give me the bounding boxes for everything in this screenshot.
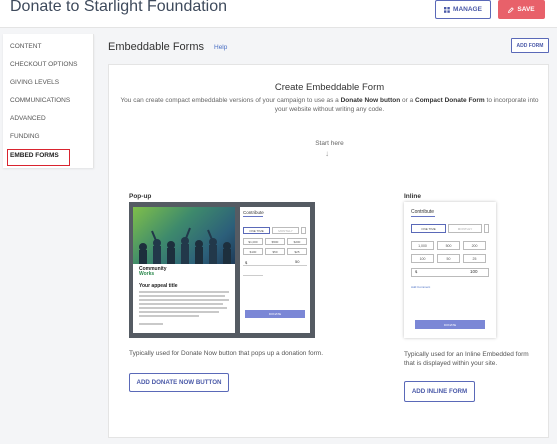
amount-option: 200 xyxy=(463,241,486,250)
currency-symbol: $ xyxy=(245,260,248,265)
campaign-photo xyxy=(133,207,235,264)
manage-label: MANAGE xyxy=(453,6,482,13)
one-time-toggle: ONE TIME xyxy=(411,224,446,233)
comment-placeholder xyxy=(243,275,263,276)
custom-amount: 50 xyxy=(295,259,300,264)
start-here-label: Start here xyxy=(315,140,344,147)
section-title: Embeddable Forms xyxy=(108,41,204,53)
sidebar-item-advanced[interactable]: ADVANCED xyxy=(10,115,46,122)
sidebar-item-content[interactable]: CONTENT xyxy=(10,43,41,50)
title-underline xyxy=(243,216,263,217)
monthly-toggle: MONTHLY xyxy=(272,227,299,234)
manage-button[interactable]: MANAGE xyxy=(435,0,491,19)
pencil-icon xyxy=(508,6,515,13)
grid-icon xyxy=(444,6,450,13)
help-link[interactable]: Help xyxy=(214,44,227,51)
add-comment-link: Add Comment xyxy=(411,285,431,289)
amount-option: 25 xyxy=(463,254,486,263)
amount-option: $50 xyxy=(265,248,285,255)
frequency-dropdown xyxy=(301,227,306,234)
sidebar-item-funding[interactable]: FUNDING xyxy=(10,133,40,140)
text-placeholder-line xyxy=(139,303,223,305)
popup-caption: Typically used for Donate Now button tha… xyxy=(129,350,324,357)
text-placeholder-line xyxy=(139,311,219,313)
campaign-preview: Community Works Your appeal title xyxy=(133,207,235,333)
text-placeholder-line xyxy=(139,295,225,297)
add-inline-form-button[interactable]: ADD INLINE FORM xyxy=(404,381,475,402)
page-title: Donate to Starlight Foundation xyxy=(10,0,228,15)
amount-option: 1,000 xyxy=(411,241,434,250)
one-time-toggle: ONE TIME xyxy=(243,227,270,234)
arrow-down-icon: ↓ xyxy=(325,149,329,158)
monthly-toggle: MONTHLY xyxy=(448,224,482,233)
sidebar-item-giving-levels[interactable]: GIVING LEVELS xyxy=(10,79,59,86)
sidebar-item-checkout-options[interactable]: CHECKOUT OPTIONS xyxy=(10,61,77,68)
top-bar: Donate to Starlight Foundation MANAGE SA… xyxy=(0,0,557,28)
inline-caption: Typically used for an Inline Embedded fo… xyxy=(404,351,529,367)
text-placeholder-line xyxy=(139,307,227,309)
inline-label: Inline xyxy=(404,193,421,200)
panel-description: You can create compact embeddable versio… xyxy=(120,97,539,113)
popup-donation-form: Contribute ONE TIME MONTHLY $1,000 $500 … xyxy=(240,207,310,333)
community-works-logo: Community Works xyxy=(139,266,167,277)
save-button[interactable]: SAVE xyxy=(498,0,545,19)
add-donate-now-button[interactable]: ADD DONATE NOW BUTTON xyxy=(129,373,229,392)
contribute-title: Contribute xyxy=(411,209,435,215)
sidebar: CONTENT CHECKOUT OPTIONS GIVING LEVELS C… xyxy=(3,34,94,168)
sidebar-item-communications[interactable]: COMMUNICATIONS xyxy=(10,97,70,104)
amount-input-underline xyxy=(243,265,307,266)
crowd-silhouette xyxy=(139,227,231,264)
frequency-dropdown xyxy=(484,224,489,233)
amount-option: $500 xyxy=(265,238,285,245)
currency-symbol: $ xyxy=(415,269,418,274)
custom-amount: 100 xyxy=(470,269,478,274)
popup-preview: Community Works Your appeal title Contrib… xyxy=(129,202,315,338)
amount-option: $25 xyxy=(287,248,307,255)
amount-option: 50 xyxy=(437,254,460,263)
contribute-title: Contribute xyxy=(243,210,264,215)
add-form-button[interactable]: ADD FORM xyxy=(511,38,549,53)
panel-title: Create Embeddable Form xyxy=(274,82,385,93)
amount-option: $100 xyxy=(243,248,263,255)
embed-forms-panel: Create Embeddable Form You can create co… xyxy=(108,64,549,438)
save-label: SAVE xyxy=(517,6,535,13)
title-underline xyxy=(411,216,435,217)
donate-preview-button: DONATE xyxy=(415,320,485,329)
amount-option: 100 xyxy=(411,254,434,263)
amount-option: 500 xyxy=(437,241,460,250)
text-placeholder-line xyxy=(139,323,163,325)
text-placeholder-line xyxy=(139,299,229,301)
popup-label: Pop-up xyxy=(129,193,152,200)
inline-preview: Contribute ONE TIME MONTHLY 1,000 500 20… xyxy=(404,202,496,338)
active-item-highlight xyxy=(7,149,70,166)
appeal-title: Your appeal title xyxy=(139,283,178,289)
text-placeholder-line xyxy=(139,291,229,293)
donate-preview-button: DONATE xyxy=(245,310,305,318)
amount-option: $1,000 xyxy=(243,238,263,245)
amount-option: $200 xyxy=(287,238,307,245)
text-placeholder-line xyxy=(139,315,199,317)
